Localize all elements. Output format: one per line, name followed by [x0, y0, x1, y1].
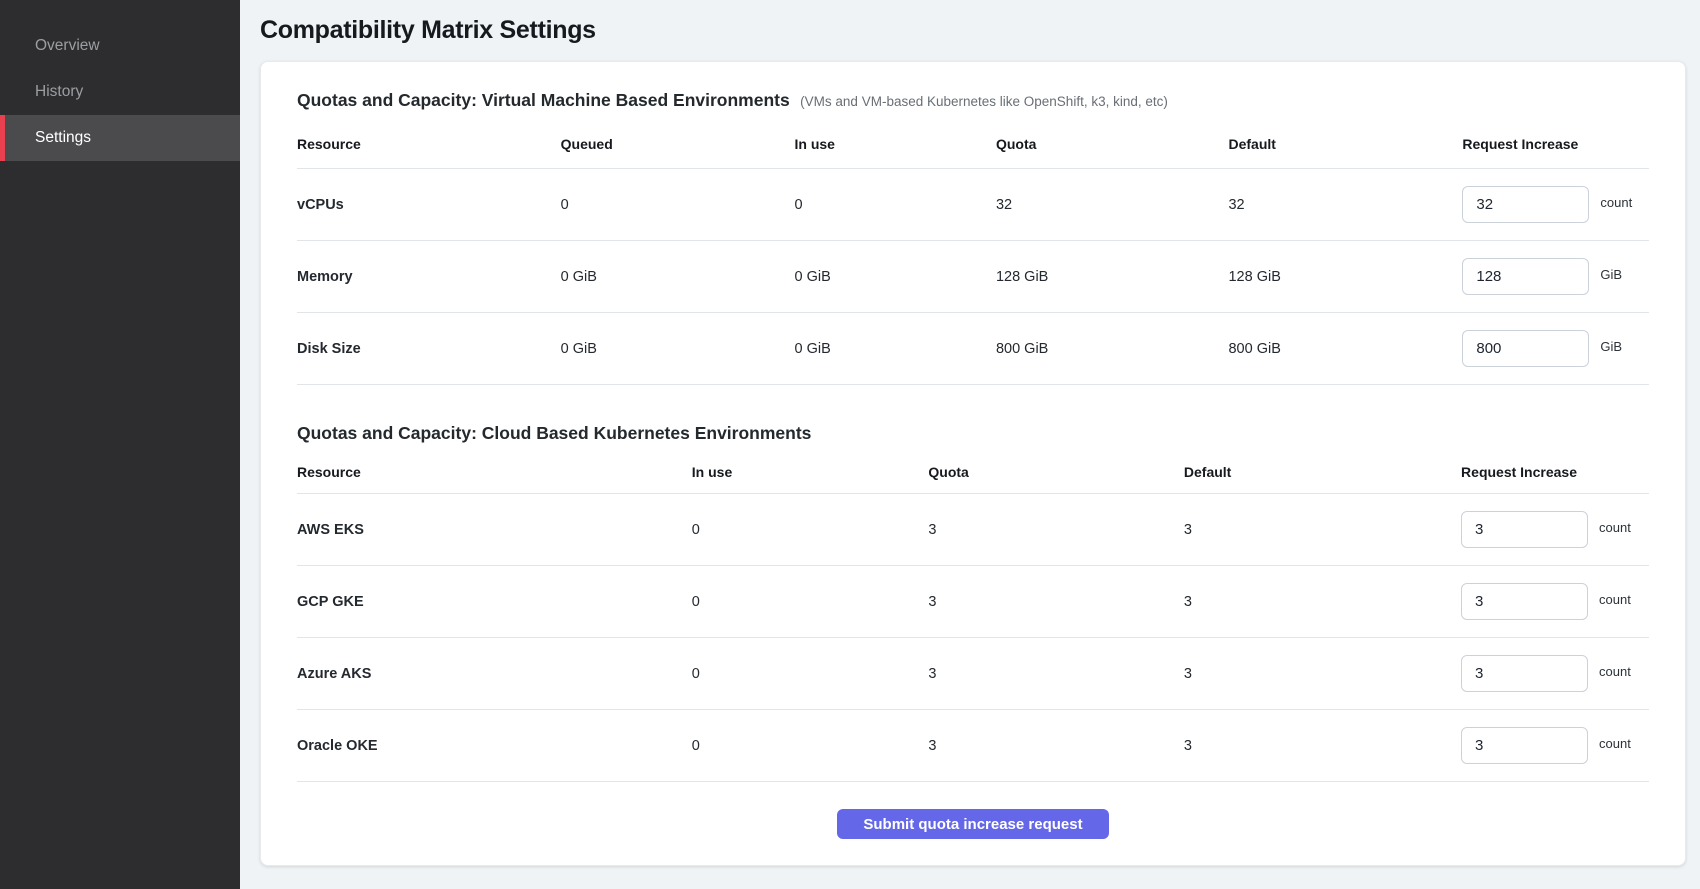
sidebar-item-overview-label: Overview — [35, 37, 100, 55]
oracle-oke-request-input[interactable] — [1461, 727, 1588, 764]
in-use-value: 0 GiB — [795, 341, 996, 357]
page-title: Compatibility Matrix Settings — [260, 16, 1686, 45]
vm-col-in-use: In use — [795, 136, 996, 152]
quota-value: 128 GiB — [996, 269, 1229, 285]
in-use-value: 0 — [692, 738, 929, 754]
quota-value: 3 — [928, 522, 1184, 538]
resource-name: AWS EKS — [297, 522, 692, 538]
vm-col-default: Default — [1228, 136, 1462, 152]
sidebar: Overview History Settings — [0, 0, 240, 889]
vm-col-quota: Quota — [996, 136, 1229, 152]
request-increase-cell: GiB — [1462, 258, 1649, 295]
gcp-gke-request-input[interactable] — [1461, 583, 1588, 620]
default-value: 32 — [1228, 197, 1462, 213]
submit-quota-increase-button[interactable]: Submit quota increase request — [837, 809, 1108, 839]
request-increase-cell: count — [1462, 186, 1649, 223]
queued-value: 0 GiB — [561, 269, 795, 285]
in-use-value: 0 — [692, 522, 929, 538]
vm-quotas-section: Quotas and Capacity: Virtual Machine Bas… — [297, 90, 1649, 385]
resource-name: GCP GKE — [297, 594, 692, 610]
disk-size-request-input[interactable] — [1462, 330, 1589, 367]
request-increase-cell: count — [1461, 583, 1649, 620]
quota-value: 3 — [928, 738, 1184, 754]
default-value: 3 — [1184, 594, 1461, 610]
in-use-value: 0 — [692, 666, 929, 682]
request-increase-cell: count — [1461, 727, 1649, 764]
sidebar-item-history-label: History — [35, 83, 83, 101]
table-row-disk-size: Disk Size 0 GiB 0 GiB 800 GiB 800 GiB Gi… — [297, 313, 1649, 385]
resource-name: Azure AKS — [297, 666, 692, 682]
k8s-col-in-use: In use — [692, 464, 929, 480]
sidebar-item-overview[interactable]: Overview — [0, 23, 240, 69]
unit-label: GiB — [1600, 267, 1622, 282]
k8s-quotas-section: Quotas and Capacity: Cloud Based Kuberne… — [297, 423, 1649, 782]
queued-value: 0 GiB — [561, 341, 795, 357]
aws-eks-request-input[interactable] — [1461, 511, 1588, 548]
unit-label: count — [1599, 736, 1631, 751]
default-value: 3 — [1184, 522, 1461, 538]
sidebar-item-history[interactable]: History — [0, 69, 240, 115]
unit-label: count — [1599, 520, 1631, 535]
table-row-aws-eks: AWS EKS 0 3 3 count — [297, 494, 1649, 566]
k8s-col-resource: Resource — [297, 464, 692, 480]
default-value: 800 GiB — [1228, 341, 1462, 357]
vm-section-heading: Quotas and Capacity: Virtual Machine Bas… — [297, 90, 1649, 111]
in-use-value: 0 — [795, 197, 996, 213]
table-row-oracle-oke: Oracle OKE 0 3 3 count — [297, 710, 1649, 782]
unit-label: count — [1600, 195, 1632, 210]
table-row-gcp-gke: GCP GKE 0 3 3 count — [297, 566, 1649, 638]
card-footer: Submit quota increase request — [297, 782, 1649, 839]
request-increase-cell: count — [1461, 655, 1649, 692]
default-value: 128 GiB — [1228, 269, 1462, 285]
in-use-value: 0 — [692, 594, 929, 610]
azure-aks-request-input[interactable] — [1461, 655, 1588, 692]
vm-table-header: Resource Queued In use Quota Default Req… — [297, 119, 1649, 169]
vm-col-request-increase: Request Increase — [1462, 136, 1649, 152]
k8s-table-header: Resource In use Quota Default Request In… — [297, 450, 1649, 494]
default-value: 3 — [1184, 666, 1461, 682]
vcpus-request-input[interactable] — [1462, 186, 1589, 223]
queued-value: 0 — [561, 197, 795, 213]
k8s-col-default: Default — [1184, 464, 1461, 480]
unit-label: count — [1599, 664, 1631, 679]
vm-section-title: Quotas and Capacity: Virtual Machine Bas… — [297, 90, 790, 110]
k8s-col-quota: Quota — [928, 464, 1184, 480]
settings-card: Quotas and Capacity: Virtual Machine Bas… — [260, 61, 1686, 866]
vm-section-subtitle: (VMs and VM-based Kubernetes like OpenSh… — [800, 94, 1168, 109]
table-row-azure-aks: Azure AKS 0 3 3 count — [297, 638, 1649, 710]
quota-value: 32 — [996, 197, 1229, 213]
k8s-col-request-increase: Request Increase — [1461, 464, 1649, 480]
k8s-section-title: Quotas and Capacity: Cloud Based Kuberne… — [297, 423, 811, 443]
unit-label: GiB — [1600, 339, 1622, 354]
sidebar-item-settings[interactable]: Settings — [0, 115, 240, 161]
table-row-vcpus: vCPUs 0 0 32 32 count — [297, 169, 1649, 241]
quota-value: 3 — [928, 594, 1184, 610]
resource-name: vCPUs — [297, 197, 561, 213]
k8s-section-heading: Quotas and Capacity: Cloud Based Kuberne… — [297, 423, 1649, 444]
resource-name: Disk Size — [297, 341, 561, 357]
quota-value: 3 — [928, 666, 1184, 682]
resource-name: Memory — [297, 269, 561, 285]
table-row-memory: Memory 0 GiB 0 GiB 128 GiB 128 GiB GiB — [297, 241, 1649, 313]
memory-request-input[interactable] — [1462, 258, 1589, 295]
main-content: Compatibility Matrix Settings Quotas and… — [240, 0, 1700, 889]
quota-value: 800 GiB — [996, 341, 1229, 357]
default-value: 3 — [1184, 738, 1461, 754]
unit-label: count — [1599, 592, 1631, 607]
vm-col-resource: Resource — [297, 136, 561, 152]
sidebar-item-settings-label: Settings — [35, 129, 91, 147]
resource-name: Oracle OKE — [297, 738, 692, 754]
vm-col-queued: Queued — [561, 136, 795, 152]
app-layout: Overview History Settings Compatibility … — [0, 0, 1700, 889]
request-increase-cell: count — [1461, 511, 1649, 548]
in-use-value: 0 GiB — [795, 269, 996, 285]
request-increase-cell: GiB — [1462, 330, 1649, 367]
